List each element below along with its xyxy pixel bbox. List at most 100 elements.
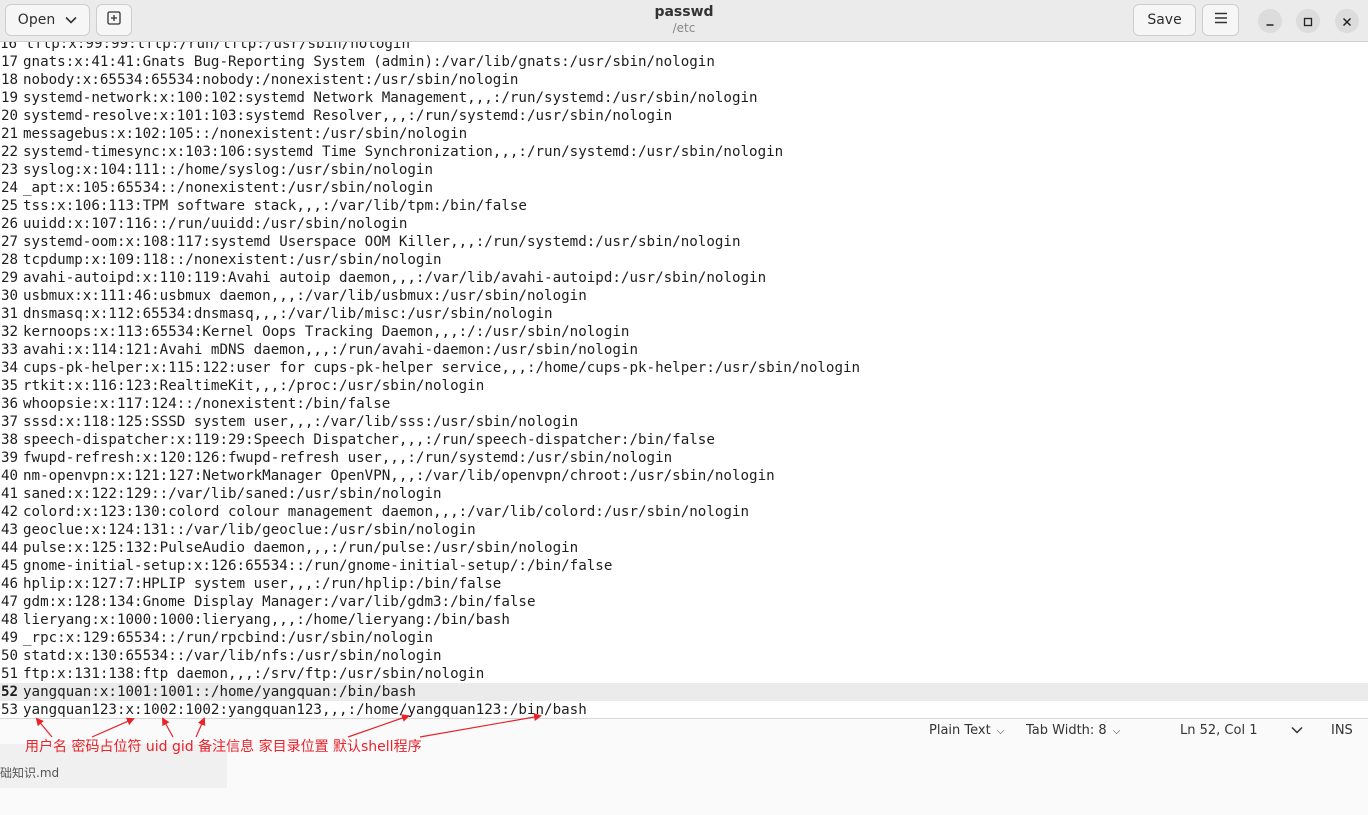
line-number: 35 — [1, 378, 19, 394]
line-text[interactable]: avahi-autoipd:x:110:119:Avahi autoip dae… — [23, 270, 766, 286]
line-text[interactable]: systemd-oom:x:108:117:systemd Userspace … — [23, 234, 741, 250]
line-text[interactable]: colord:x:123:130:colord colour managemen… — [23, 504, 749, 520]
editor-line[interactable]: 40 nm-openvpn:x:121:127:NetworkManager Op… — [0, 467, 1368, 485]
line-text[interactable]: tcpdump:x:109:118::/nonexistent:/usr/sbi… — [23, 252, 442, 268]
line-text[interactable]: saned:x:122:129::/var/lib/saned:/usr/sbi… — [23, 486, 442, 502]
editor-line[interactable]: 45 gnome-initial-setup:x:126:65534::/run/… — [0, 557, 1368, 575]
maximize-button[interactable] — [1296, 9, 1320, 33]
line-text[interactable]: syslog:x:104:111::/home/syslog:/usr/sbin… — [23, 162, 433, 178]
line-text[interactable]: lieryang:x:1000:1000:lieryang,,,:/home/l… — [23, 612, 510, 628]
editor-line[interactable]: 19 systemd-network:x:100:102:systemd Netw… — [0, 89, 1368, 107]
line-text[interactable]: systemd-network:x:100:102:systemd Networ… — [23, 90, 758, 106]
save-button[interactable]: Save — [1133, 4, 1196, 36]
editor-line[interactable]: 34 cups-pk-helper:x:115:122:user for cups… — [0, 359, 1368, 377]
editor-lines[interactable]: 16 tftp:x:99:99:tftp:/run/tftp:/usr/sbin… — [0, 42, 1368, 718]
editor-line[interactable]: 44 pulse:x:125:132:PulseAudio daemon,,,:/… — [0, 539, 1368, 557]
editor-line[interactable]: 32 kernoops:x:113:65534:Kernel Oops Track… — [0, 323, 1368, 341]
editor-line[interactable]: 22 systemd-timesync:x:103:106:systemd Tim… — [0, 143, 1368, 161]
position-dropdown[interactable] — [1291, 723, 1303, 738]
editor-line[interactable]: 21 messagebus:x:102:105::/nonexistent:/us… — [0, 125, 1368, 143]
editor-line[interactable]: 39 fwupd-refresh:x:120:126:fwupd-refresh … — [0, 449, 1368, 467]
line-text[interactable]: usbmux:x:111:46:usbmux daemon,,,:/var/li… — [23, 288, 587, 304]
line-number: 52 — [1, 684, 19, 700]
editor-line[interactable]: 41 saned:x:122:129::/var/lib/saned:/usr/s… — [0, 485, 1368, 503]
line-text[interactable]: whoopsie:x:117:124::/nonexistent:/bin/fa… — [23, 396, 390, 412]
editor-line[interactable]: 24 _apt:x:105:65534::/nonexistent:/usr/sb… — [0, 179, 1368, 197]
line-text[interactable]: kernoops:x:113:65534:Kernel Oops Trackin… — [23, 324, 629, 340]
line-text[interactable]: uuidd:x:107:116::/run/uuidd:/usr/sbin/no… — [23, 216, 407, 232]
editor-line[interactable]: 29 avahi-autoipd:x:110:119:Avahi autoip d… — [0, 269, 1368, 287]
line-number: 30 — [1, 288, 19, 304]
new-tab-button[interactable] — [96, 4, 132, 36]
line-text[interactable]: hplip:x:127:7:HPLIP system user,,,:/run/… — [23, 576, 501, 592]
line-text[interactable]: _apt:x:105:65534::/nonexistent:/usr/sbin… — [23, 180, 433, 196]
editor-line[interactable]: 18 nobody:x:65534:65534:nobody:/nonexiste… — [0, 71, 1368, 89]
line-number: 22 — [1, 144, 19, 160]
language-label: Plain Text — [929, 723, 991, 738]
line-text[interactable]: fwupd-refresh:x:120:126:fwupd-refresh us… — [23, 450, 672, 466]
editor-line[interactable]: 52 yangquan:x:1001:1001::/home/yangquan:/… — [0, 683, 1368, 701]
line-text[interactable]: gdm:x:128:134:Gnome Display Manager:/var… — [23, 594, 536, 610]
editor-line[interactable]: 50 statd:x:130:65534::/var/lib/nfs:/usr/s… — [0, 647, 1368, 665]
editor-line[interactable]: 43 geoclue:x:124:131::/var/lib/geoclue:/u… — [0, 521, 1368, 539]
editor-line[interactable]: 37 sssd:x:118:125:SSSD system user,,,:/va… — [0, 413, 1368, 431]
line-text[interactable]: tss:x:106:113:TPM software stack,,,:/var… — [23, 198, 527, 214]
insert-mode-label: INS — [1331, 723, 1353, 738]
line-text[interactable]: statd:x:130:65534::/var/lib/nfs:/usr/sbi… — [23, 648, 442, 664]
line-text[interactable]: cups-pk-helper:x:115:122:user for cups-p… — [23, 360, 860, 376]
line-text[interactable]: systemd-timesync:x:103:106:systemd Time … — [23, 144, 783, 160]
text-editor[interactable]: 16 tftp:x:99:99:tftp:/run/tftp:/usr/sbin… — [0, 42, 1368, 718]
editor-line[interactable]: 17 gnats:x:41:41:Gnats Bug-Reporting Syst… — [0, 53, 1368, 71]
line-number: 37 — [1, 414, 19, 430]
line-text[interactable]: gnome-initial-setup:x:126:65534::/run/gn… — [23, 558, 612, 574]
language-selector[interactable]: Plain Text ⌵ — [929, 723, 1004, 738]
editor-line[interactable]: 28 tcpdump:x:109:118::/nonexistent:/usr/s… — [0, 251, 1368, 269]
editor-line[interactable]: 53 yangquan123:x:1002:1002:yangquan123,,,… — [0, 701, 1368, 718]
insert-mode-indicator[interactable]: INS — [1331, 723, 1353, 738]
cursor-position[interactable]: Ln 52, Col 1 — [1180, 723, 1257, 738]
line-text[interactable]: systemd-resolve:x:101:103:systemd Resolv… — [23, 108, 672, 124]
line-text[interactable]: nm-openvpn:x:121:127:NetworkManager Open… — [23, 468, 775, 484]
editor-line[interactable]: 27 systemd-oom:x:108:117:systemd Userspac… — [0, 233, 1368, 251]
editor-line[interactable]: 51 ftp:x:131:138:ftp daemon,,,:/srv/ftp:/… — [0, 665, 1368, 683]
editor-line[interactable]: 49 _rpc:x:129:65534::/run/rpcbind:/usr/sb… — [0, 629, 1368, 647]
main-menu-button[interactable] — [1202, 4, 1239, 36]
line-text[interactable]: sssd:x:118:125:SSSD system user,,,:/var/… — [23, 414, 578, 430]
tab-width-selector[interactable]: Tab Width: 8 ⌵ — [1026, 723, 1120, 738]
editor-line[interactable]: 20 systemd-resolve:x:101:103:systemd Reso… — [0, 107, 1368, 125]
editor-line[interactable]: 23 syslog:x:104:111::/home/syslog:/usr/sb… — [0, 161, 1368, 179]
editor-line[interactable]: 26 uuidd:x:107:116::/run/uuidd:/usr/sbin/… — [0, 215, 1368, 233]
line-text[interactable]: avahi:x:114:121:Avahi mDNS daemon,,,:/ru… — [23, 342, 638, 358]
line-text[interactable]: _rpc:x:129:65534::/run/rpcbind:/usr/sbin… — [23, 630, 433, 646]
editor-line-partial[interactable]: 16 tftp:x:99:99:tftp:/run/tftp:/usr/sbin… — [0, 42, 1368, 53]
editor-line[interactable]: 35 rtkit:x:116:123:RealtimeKit,,,:/proc:/… — [0, 377, 1368, 395]
line-text[interactable]: nobody:x:65534:65534:nobody:/nonexistent… — [23, 72, 518, 88]
line-text[interactable]: pulse:x:125:132:PulseAudio daemon,,,:/ru… — [23, 540, 578, 556]
line-text[interactable]: rtkit:x:116:123:RealtimeKit,,,:/proc:/us… — [23, 378, 484, 394]
line-number: 27 — [1, 234, 19, 250]
editor-line[interactable]: 30 usbmux:x:111:46:usbmux daemon,,,:/var/… — [0, 287, 1368, 305]
line-text[interactable]: ftp:x:131:138:ftp daemon,,,:/srv/ftp:/us… — [23, 666, 484, 682]
line-number: 32 — [1, 324, 19, 340]
line-text[interactable]: yangquan123:x:1002:1002:yangquan123,,,:/… — [23, 702, 587, 718]
editor-line[interactable]: 33 avahi:x:114:121:Avahi mDNS daemon,,,:/… — [0, 341, 1368, 359]
editor-line[interactable]: 47 gdm:x:128:134:Gnome Display Manager:/v… — [0, 593, 1368, 611]
editor-line[interactable]: 31 dnsmasq:x:112:65534:dnsmasq,,,:/var/li… — [0, 305, 1368, 323]
line-text[interactable]: geoclue:x:124:131::/var/lib/geoclue:/usr… — [23, 522, 476, 538]
editor-line[interactable]: 48 lieryang:x:1000:1000:lieryang,,,:/home… — [0, 611, 1368, 629]
editor-line[interactable]: 36 whoopsie:x:117:124::/nonexistent:/bin/… — [0, 395, 1368, 413]
line-number: 25 — [1, 198, 19, 214]
open-button[interactable]: Open — [5, 4, 90, 36]
line-text[interactable]: messagebus:x:102:105::/nonexistent:/usr/… — [23, 126, 467, 142]
editor-line[interactable]: 42 colord:x:123:130:colord colour managem… — [0, 503, 1368, 521]
line-text[interactable]: speech-dispatcher:x:119:29:Speech Dispat… — [23, 432, 715, 448]
editor-line[interactable]: 46 hplip:x:127:7:HPLIP system user,,,:/ru… — [0, 575, 1368, 593]
line-text[interactable]: gnats:x:41:41:Gnats Bug-Reporting System… — [23, 54, 715, 70]
editor-line[interactable]: 38 speech-dispatcher:x:119:29:Speech Disp… — [0, 431, 1368, 449]
line-text[interactable]: yangquan:x:1001:1001::/home/yangquan:/bi… — [23, 684, 416, 700]
close-button[interactable] — [1335, 9, 1359, 33]
line-number: 23 — [1, 162, 19, 178]
line-text[interactable]: dnsmasq:x:112:65534:dnsmasq,,,:/var/lib/… — [23, 306, 553, 322]
editor-line[interactable]: 25 tss:x:106:113:TPM software stack,,,:/v… — [0, 197, 1368, 215]
minimize-button[interactable] — [1258, 9, 1282, 33]
